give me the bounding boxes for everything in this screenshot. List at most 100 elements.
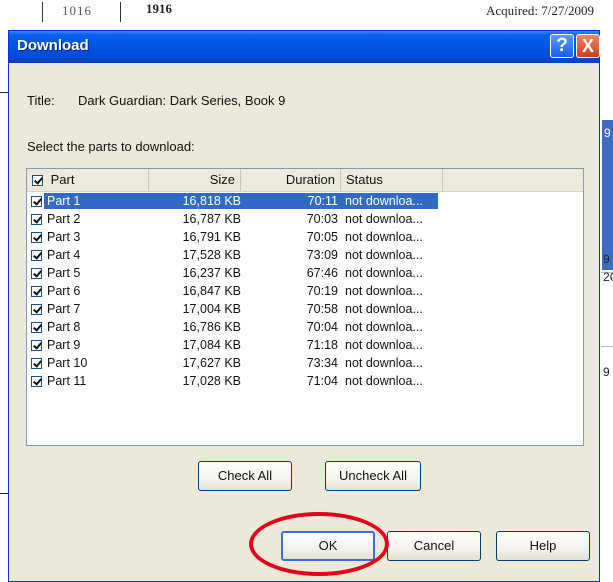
help-button[interactable]: Help (496, 531, 590, 561)
status-cell: not downloa... (345, 212, 423, 226)
part-cell: Part 4 (31, 246, 149, 264)
column-divider (42, 2, 43, 22)
part-checkbox[interactable] (31, 268, 42, 280)
list-item[interactable]: Part 7 17,004 KB 70:58 not downloa... (27, 300, 583, 318)
list-rows: Part 1 16,818 KB 70:11 not downloa... Part 2… (27, 192, 583, 390)
status-cell: not downloa... (345, 194, 423, 208)
background-right-edge: 9 9 2C 9 (599, 60, 613, 580)
part-checkbox[interactable] (31, 286, 42, 298)
close-icon[interactable]: X (576, 34, 600, 58)
download-dialog: Download ? X Title: Dark Guardian: Dark … (8, 30, 600, 582)
size-cell: 16,847 KB (182, 284, 241, 298)
background-number: 1016 (62, 3, 92, 18)
title-label: Title: (27, 93, 55, 108)
list-item[interactable]: Part 2 16,787 KB 70:03 not downloa... (27, 210, 583, 228)
size-cell: 16,787 KB (182, 212, 241, 226)
part-checkbox[interactable] (31, 232, 42, 244)
part-checkbox[interactable] (31, 322, 42, 334)
highlight-annotation-circle (249, 512, 389, 576)
list-item[interactable]: Part 9 17,084 KB 71:18 not downloa... (27, 336, 583, 354)
duration-cell: 70:11 (307, 194, 338, 208)
part-label: Part 2 (47, 212, 81, 226)
help-icon[interactable]: ? (550, 34, 574, 58)
size-cell: 17,084 KB (182, 338, 241, 352)
part-label: Part 11 (47, 374, 87, 388)
duration-cell: 70:04 (306, 320, 338, 334)
part-checkbox[interactable] (31, 358, 42, 370)
status-cell: not downloa... (345, 356, 423, 370)
cancel-button[interactable]: Cancel (387, 531, 481, 561)
column-header-size[interactable]: Size (149, 169, 241, 191)
dialog-title: Download (17, 37, 89, 54)
parts-list[interactable]: Part Size Duration Status Part 1 16,818 K… (26, 168, 584, 446)
column-divider (120, 2, 121, 22)
background-record-row: 1016 1916 Acquired: 7/27/2009 (0, 0, 613, 24)
list-item[interactable]: Part 8 16,786 KB 70:04 not downloa... (27, 318, 583, 336)
part-label: Part 3 (47, 230, 81, 244)
list-item[interactable]: Part 6 16,847 KB 70:19 not downloa... (27, 282, 583, 300)
part-cell: Part 5 (31, 264, 149, 282)
column-header-part[interactable]: Part (27, 169, 149, 191)
duration-cell: 73:34 (306, 356, 338, 370)
status-cell: not downloa... (345, 230, 423, 244)
duration-cell: 70:19 (306, 284, 338, 298)
part-label: Part 4 (47, 248, 81, 262)
part-checkbox[interactable] (31, 304, 42, 316)
list-item[interactable]: Part 4 17,528 KB 73:09 not downloa... (27, 246, 583, 264)
part-cell: Part 11 (31, 372, 149, 390)
part-cell: Part 10 (31, 354, 149, 372)
part-label: Part 6 (47, 284, 81, 298)
part-cell: Part 2 (31, 210, 149, 228)
duration-cell: 67:46 (306, 266, 338, 280)
background-char: 2C (603, 270, 613, 284)
duration-cell: 70:05 (306, 230, 338, 244)
size-cell: 17,028 KB (182, 374, 241, 388)
size-cell: 16,818 KB (182, 194, 241, 208)
part-label: Part 9 (47, 338, 81, 352)
part-checkbox[interactable] (31, 250, 42, 262)
background-divider (601, 346, 613, 347)
column-header-status[interactable]: Status (341, 169, 443, 191)
part-label: Part 7 (47, 302, 81, 316)
column-label-part: Part (50, 172, 75, 187)
status-cell: not downloa... (345, 320, 423, 334)
part-label: Part 10 (47, 356, 88, 370)
part-checkbox[interactable] (31, 376, 42, 388)
list-header: Part Size Duration Status (27, 169, 583, 192)
duration-cell: 73:09 (306, 248, 338, 262)
part-label: Part 1 (47, 194, 81, 208)
uncheck-all-button[interactable]: Uncheck All (325, 461, 421, 491)
status-cell: not downloa... (345, 302, 423, 316)
list-item[interactable]: Part 5 16,237 KB 67:46 not downloa... (27, 264, 583, 282)
select-all-checkbox[interactable] (32, 175, 43, 187)
list-item[interactable]: Part 11 17,028 KB 71:04 not downloa... (27, 372, 583, 390)
part-checkbox[interactable] (31, 340, 42, 352)
duration-cell: 71:04 (306, 374, 338, 388)
background-char: 9 (604, 126, 611, 140)
part-label: Part 8 (47, 320, 81, 334)
part-cell: Part 8 (31, 318, 149, 336)
background-year: 1916 (146, 1, 172, 16)
status-cell: not downloa... (345, 374, 423, 388)
part-cell: Part 3 (31, 228, 149, 246)
acquired-date: Acquired: 7/27/2009 (486, 3, 594, 18)
duration-cell: 71:18 (306, 338, 338, 352)
size-cell: 17,004 KB (182, 302, 241, 316)
background-char: 9 (603, 252, 610, 266)
status-cell: not downloa... (345, 284, 423, 298)
list-item[interactable]: Part 1 16,818 KB 70:11 not downloa... (27, 192, 583, 210)
part-checkbox[interactable] (31, 214, 42, 226)
list-item[interactable]: Part 10 17,627 KB 73:34 not downloa... (27, 354, 583, 372)
column-header-duration[interactable]: Duration (241, 169, 341, 191)
part-checkbox[interactable] (31, 196, 42, 208)
book-title-value: Dark Guardian: Dark Series, Book 9 (78, 93, 286, 108)
list-item[interactable]: Part 3 16,791 KB 70:05 not downloa... (27, 228, 583, 246)
dialog-titlebar[interactable]: Download ? X (9, 31, 600, 63)
status-cell: not downloa... (345, 248, 423, 262)
check-all-button[interactable]: Check All (198, 461, 292, 491)
part-label: Part 5 (47, 266, 81, 280)
size-cell: 16,237 KB (182, 266, 241, 280)
part-cell: Part 1 (31, 192, 149, 210)
part-cell: Part 9 (31, 336, 149, 354)
duration-cell: 70:03 (306, 212, 338, 226)
